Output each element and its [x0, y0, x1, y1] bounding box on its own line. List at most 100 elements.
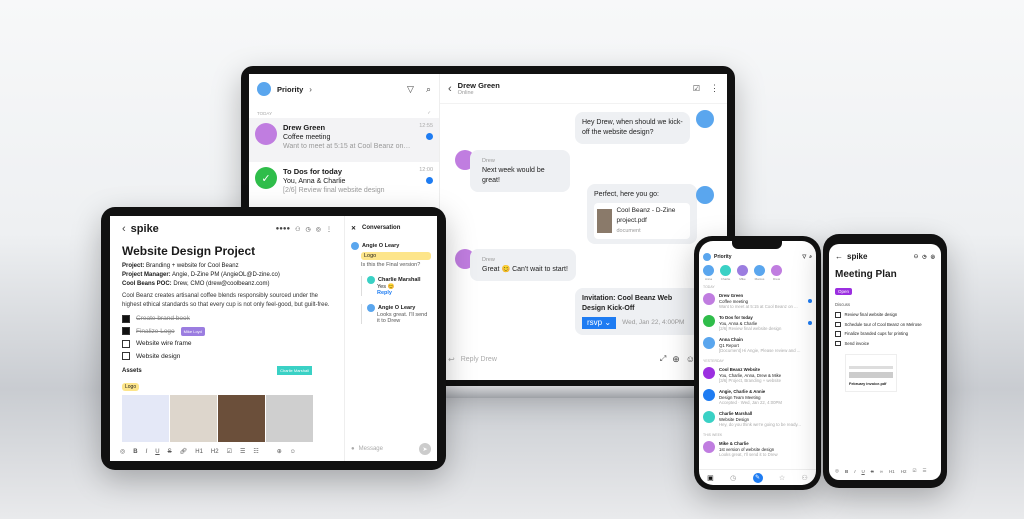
user-avatar[interactable]: [257, 82, 271, 96]
list-item[interactable]: Mike & Charlie 1st version of website des…: [699, 439, 816, 461]
checkbox[interactable]: [122, 352, 130, 361]
bold-button[interactable]: B: [133, 449, 137, 455]
numbered-list-icon[interactable]: ☰: [240, 448, 245, 455]
task-item[interactable]: Website wire frame: [122, 337, 332, 350]
link-icon[interactable]: ∞: [880, 469, 883, 474]
search-icon[interactable]: ⌕: [426, 84, 431, 95]
search-icon[interactable]: ⌕: [809, 254, 812, 260]
story-item[interactable]: Marcus: [754, 265, 765, 281]
back-icon[interactable]: ‹: [122, 223, 126, 235]
list-icon[interactable]: ☰: [923, 468, 927, 474]
thread-author: Angie O Leary: [378, 305, 416, 311]
list-item[interactable]: To Dos for today You, Anna & Charlie [2/6]…: [699, 313, 816, 335]
list-item[interactable]: Cool Beanz Website You, Charlie, Anna, Dr…: [699, 365, 816, 387]
contact-status[interactable]: Online: [458, 90, 500, 96]
h2-button[interactable]: H2: [901, 469, 907, 474]
list-item[interactable]: Angie, Charlie & Annie Design Team Meetin…: [699, 387, 816, 409]
strike-button[interactable]: S: [168, 449, 172, 455]
attachment-card[interactable]: February invoice.pdf: [845, 354, 897, 392]
star-icon[interactable]: ☆: [779, 474, 785, 482]
list-item[interactable]: Drew Green Coffee meeting Want to meet at …: [699, 291, 816, 313]
list-item[interactable]: Charlie Marshall Website Design Hey, do yo…: [699, 409, 816, 431]
inbox-icon[interactable]: ▣: [707, 474, 714, 482]
history-icon[interactable]: ◷: [922, 254, 926, 260]
more-icon[interactable]: ⋮: [710, 83, 719, 94]
underline-button[interactable]: U: [861, 469, 864, 474]
underline-button[interactable]: U: [155, 449, 159, 455]
add-icon[interactable]: ⊕: [672, 354, 680, 365]
list-item[interactable]: Drew Green Coffee meeting Want to meet at …: [249, 118, 439, 162]
filter-icon[interactable]: ▽: [802, 254, 806, 260]
share-icon[interactable]: ⚇: [914, 254, 918, 260]
close-icon[interactable]: ✕: [351, 225, 356, 232]
checkbox[interactable]: [835, 312, 841, 318]
priority-label[interactable]: Priority: [714, 254, 732, 260]
filter-icon[interactable]: ▽: [407, 84, 414, 95]
back-icon[interactable]: ←: [835, 252, 843, 261]
contacts-icon[interactable]: ⚇: [801, 474, 807, 482]
h2-button[interactable]: H2: [211, 449, 219, 455]
task-label: Send invoice: [844, 340, 870, 346]
italic-button[interactable]: I: [146, 449, 148, 455]
task-item[interactable]: Finalize branded cups for printing: [835, 329, 935, 339]
add-icon[interactable]: ⊕: [277, 448, 282, 455]
comment-icon[interactable]: ◎: [120, 448, 125, 455]
checkbox[interactable]: [122, 327, 130, 336]
task-item[interactable]: Finalize Logo Mike Loyd: [122, 325, 332, 338]
expand-icon[interactable]: ⤢: [660, 354, 666, 364]
story-item[interactable]: Drew: [771, 265, 782, 281]
document-pane: ‹ spike ●●●● ⚇ ◷ ◎ ⋮ Website Design Proj…: [110, 216, 344, 461]
more-icon[interactable]: ⋮: [326, 226, 332, 233]
story-item[interactable]: Mike: [737, 265, 748, 281]
story-item[interactable]: Charlie: [720, 265, 731, 281]
priority-label[interactable]: Priority: [277, 85, 303, 94]
back-icon[interactable]: ‹: [448, 83, 452, 95]
asset-image-pour[interactable]: [266, 395, 313, 443]
send-icon[interactable]: ➤: [419, 443, 431, 455]
task-item[interactable]: Website design: [122, 350, 332, 363]
checkbox[interactable]: [835, 321, 841, 327]
checkbox[interactable]: [122, 314, 130, 323]
list-item[interactable]: ✓ To Dos for today You, Anna & Charlie [2/…: [249, 162, 439, 206]
comment-icon[interactable]: ◎: [835, 468, 839, 474]
asset-image-coffee-bag[interactable]: [170, 395, 217, 443]
reply-bar: ↩ Reply Drew ⤢ ⊕ ☺ ➤: [440, 350, 727, 368]
emoji-icon[interactable]: ☺: [290, 449, 296, 455]
reply-input[interactable]: Reply Drew: [461, 356, 654, 363]
bullet-list-icon[interactable]: ☷: [253, 448, 258, 455]
history-icon[interactable]: ◷: [306, 226, 311, 233]
bold-button[interactable]: B: [845, 469, 848, 474]
attachment-card[interactable]: Cool Beanz - D-Zine project.pdf document: [594, 203, 690, 239]
h1-button[interactable]: H1: [889, 469, 895, 474]
compose-icon[interactable]: ✎: [752, 472, 763, 483]
task-item[interactable]: Schedule tour of Cool Beanz on Melrose: [835, 320, 935, 330]
italic-button[interactable]: I: [854, 469, 855, 474]
link-icon[interactable]: 🔗︎: [180, 448, 188, 455]
h1-button[interactable]: H1: [195, 449, 203, 455]
participants-avatars[interactable]: ●●●●: [276, 226, 291, 232]
chat-icon[interactable]: ◎: [316, 226, 321, 233]
chat-icon[interactable]: ◎: [931, 254, 935, 260]
checkbox[interactable]: [835, 331, 841, 337]
checklist-icon[interactable]: ☑: [227, 448, 232, 455]
checklist-icon[interactable]: ☑: [912, 468, 916, 474]
asset-image-latte[interactable]: [218, 395, 265, 443]
message-input[interactable]: Message: [359, 446, 415, 452]
rsvp-button[interactable]: rsvp ⌄: [582, 317, 617, 329]
checkbox[interactable]: [122, 339, 130, 348]
task-item[interactable]: Create brand book: [122, 312, 332, 325]
story-item[interactable]: Anna: [703, 265, 714, 281]
clock-icon[interactable]: ◷: [730, 474, 736, 482]
task-item[interactable]: Send invoice: [835, 339, 935, 349]
asset-image-logo[interactable]: [122, 395, 169, 443]
task-item[interactable]: Review final website design: [835, 310, 935, 320]
list-item[interactable]: Anna Chain Q1 Report [Document] Hi Angie, …: [699, 335, 816, 357]
share-icon[interactable]: ⚇: [295, 226, 300, 233]
strike-button[interactable]: S: [871, 469, 874, 474]
user-avatar[interactable]: [703, 253, 711, 261]
sender-label: Drew: [482, 257, 495, 263]
reply-link[interactable]: Reply: [377, 290, 431, 296]
checkbox[interactable]: [835, 340, 841, 346]
status-badge[interactable]: Open: [835, 288, 853, 295]
calendar-check-icon[interactable]: ☑: [693, 84, 700, 93]
